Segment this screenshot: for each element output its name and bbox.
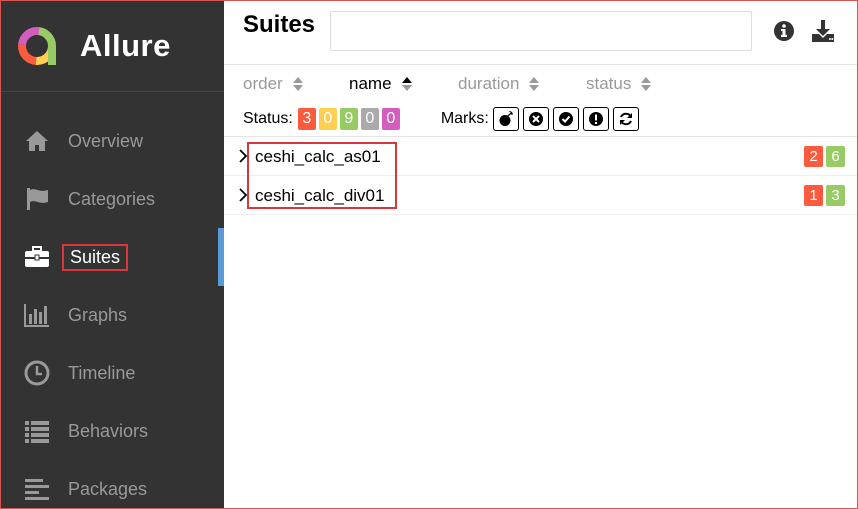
sidebar-nav: Overview Categories Suites Graphs Timeli… [1,112,224,508]
download-button[interactable] [811,19,835,43]
suite-name: ceshi_calc_as01 [255,147,381,166]
page-title: Suites [243,11,316,38]
suites-tree: ceshi_calc_as01 2 6 ceshi_calc_div01 1 3 [224,136,857,215]
sidebar-item-label: Categories [68,188,156,209]
sidebar-item-timeline[interactable]: Timeline [1,344,224,402]
mark-flaky-button[interactable] [492,107,519,131]
check-circle-icon [558,112,573,126]
status-skipped-toggle[interactable]: 0 [360,108,379,130]
tree-row[interactable]: ceshi_calc_as01 2 6 [224,137,857,176]
brand-name: Allure [80,28,171,63]
suite-name: ceshi_calc_div01 [255,186,385,205]
passed-count-badge: 3 [826,185,845,206]
exclamation-icon [588,112,603,126]
sidebar-item-label: Suites [62,243,129,271]
allure-logo-icon [18,27,56,65]
mark-new-passed-button[interactable] [552,107,579,131]
bar-chart-icon [23,301,51,329]
sort-bar: order name duration status [243,74,843,94]
sort-label: order [243,74,283,93]
refresh-icon [619,112,632,126]
sort-icon [529,77,540,91]
sidebar-item-overview[interactable]: Overview [1,112,224,170]
download-icon [812,20,834,42]
main-pane: Suites order name duration status Status… [224,1,857,508]
sort-label: status [586,74,632,93]
flag-icon [23,185,51,213]
sidebar-item-graphs[interactable]: Graphs [1,286,224,344]
clock-icon [23,359,51,387]
sidebar-item-label: Timeline [68,362,136,383]
sidebar-item-packages[interactable]: Packages [1,460,224,508]
page-header: Suites [224,1,857,65]
sort-asc-icon [401,77,412,91]
sidebar-item-label: Packages [68,478,148,499]
list-icon [23,417,51,445]
status-broken-toggle[interactable]: 0 [318,108,337,130]
status-label: Status: [243,110,293,127]
sidebar: Allure Overview Categories Suites Graphs… [1,1,224,508]
brand[interactable]: Allure [1,1,224,92]
passed-count-badge: 6 [826,146,845,167]
sidebar-item-label: Graphs [68,304,128,325]
status-passed-toggle[interactable]: 9 [339,108,358,130]
briefcase-icon [23,243,51,271]
suite-counts: 2 6 [801,146,845,167]
chevron-right-icon[interactable] [238,149,248,163]
times-circle-icon [528,112,543,126]
sidebar-item-suites[interactable]: Suites [1,228,224,286]
chevron-right-icon[interactable] [238,188,248,202]
failed-count-badge: 2 [804,146,823,167]
status-failed-toggle[interactable]: 3 [297,108,316,130]
sidebar-item-label: Behaviors [68,420,149,441]
sort-label: name [349,74,392,93]
mark-retries-button[interactable] [612,107,639,131]
sidebar-item-categories[interactable]: Categories [1,170,224,228]
sort-status[interactable]: status [586,74,652,94]
info-icon [774,21,794,41]
sort-icon [292,77,303,91]
sort-order[interactable]: order [243,74,304,94]
sort-label: duration [458,74,520,93]
mark-new-failed-button[interactable] [522,107,549,131]
suite-counts: 1 3 [801,185,845,206]
filter-bar: Status: 3 0 9 0 0 Marks: [243,107,843,131]
align-left-icon [23,475,51,503]
bomb-icon [499,111,513,126]
sort-duration[interactable]: duration [458,74,540,94]
sort-icon [641,77,652,91]
sort-name[interactable]: name [349,74,413,94]
marks-label: Marks: [440,110,489,127]
sidebar-item-label: Overview [68,130,144,151]
search-input[interactable] [330,11,752,51]
status-unknown-toggle[interactable]: 0 [381,108,400,130]
tree-row[interactable]: ceshi_calc_div01 1 3 [224,176,857,215]
info-button[interactable] [772,19,796,43]
sidebar-item-behaviors[interactable]: Behaviors [1,402,224,460]
home-icon [23,127,51,155]
mark-new-broken-button[interactable] [582,107,609,131]
failed-count-badge: 1 [804,185,823,206]
